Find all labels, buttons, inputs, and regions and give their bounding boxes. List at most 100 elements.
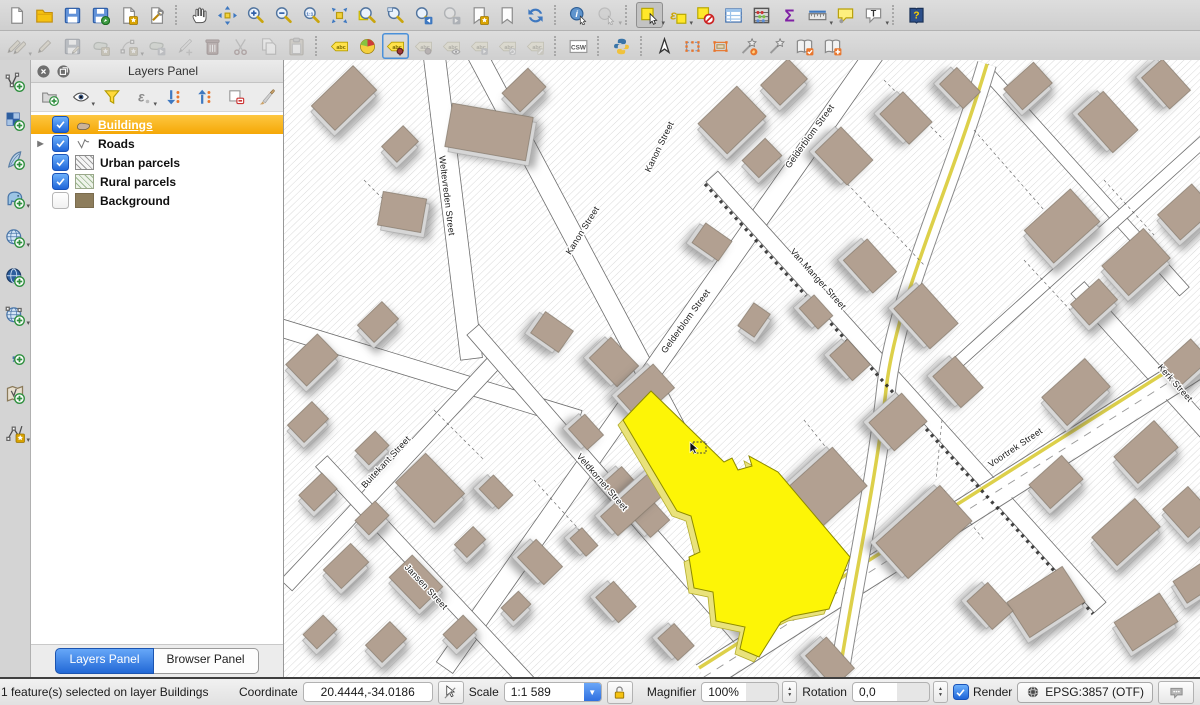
statistics-button[interactable]: Σ	[776, 2, 803, 28]
add-group-button[interactable]	[38, 85, 62, 109]
atlas-plus-button[interactable]	[819, 33, 846, 59]
cut-button[interactable]	[227, 33, 254, 59]
add-delimited-button[interactable]: ,	[2, 343, 28, 367]
composer-manager-button[interactable]	[143, 2, 170, 28]
layer-visibility-checkbox[interactable]	[52, 192, 69, 209]
label-move-button[interactable]: abc	[466, 33, 493, 59]
pan-map-button[interactable]	[186, 2, 213, 28]
zoom-in-button[interactable]	[242, 2, 269, 28]
zoom-layer-button[interactable]	[382, 2, 409, 28]
zoom-next-button[interactable]	[438, 2, 465, 28]
add-nodes-button[interactable]: ▾	[115, 33, 142, 59]
funnel-button[interactable]	[100, 85, 124, 109]
label-pie-button[interactable]	[354, 33, 381, 59]
show-bookmarks-button[interactable]	[494, 2, 521, 28]
panel-detach-button[interactable]	[56, 64, 71, 79]
add-vector-button[interactable]	[2, 70, 28, 94]
add-wms-button[interactable]: ▾	[2, 226, 28, 250]
refresh-button[interactable]	[522, 2, 549, 28]
panel-close-button[interactable]	[36, 64, 51, 79]
render-checkbox-group[interactable]: Render	[953, 684, 1012, 700]
move-map-button[interactable]	[214, 2, 241, 28]
open-project-button[interactable]	[31, 2, 58, 28]
copy-button[interactable]	[255, 33, 282, 59]
move-feature-button[interactable]	[143, 33, 170, 59]
new-shapefile-button[interactable]	[2, 382, 28, 406]
render-checkbox[interactable]	[953, 684, 969, 700]
attr-table-button[interactable]	[720, 2, 747, 28]
zoom-out-button[interactable]	[270, 2, 297, 28]
tab-layers-panel[interactable]: Layers Panel	[55, 648, 153, 674]
pin-label2-button[interactable]: abc	[410, 33, 437, 59]
new-project-button[interactable]	[3, 2, 30, 28]
layer-visibility-checkbox[interactable]	[52, 135, 69, 152]
layer-row-rural-parcels[interactable]: Rural parcels	[31, 172, 283, 191]
magnifier-stepper[interactable]: ▲▼	[782, 681, 797, 703]
trash-button[interactable]	[199, 33, 226, 59]
new-bookmark-button[interactable]	[466, 2, 493, 28]
eye-visibility-button[interactable]: ▾	[69, 85, 93, 109]
add-wfs-button[interactable]: ▾	[2, 304, 28, 328]
scale-lock-button[interactable]	[607, 681, 633, 704]
deselect-button[interactable]	[692, 2, 719, 28]
scale-combobox[interactable]: 1:1 589 ▼	[504, 682, 602, 702]
current-edits-button[interactable]: ▾	[3, 33, 30, 59]
pin-label-button[interactable]: abc	[382, 33, 409, 59]
mouse-position-toggle[interactable]	[438, 681, 464, 704]
select-rect-button[interactable]: ▾	[636, 2, 663, 28]
layer-row-roads[interactable]: ▶Roads	[31, 134, 283, 153]
tab-browser-panel[interactable]: Browser Panel	[154, 648, 259, 674]
add-feature-button[interactable]	[87, 33, 114, 59]
map-tips-button[interactable]	[832, 2, 859, 28]
layer-row-background[interactable]: Background	[31, 191, 283, 210]
collapse-all-button[interactable]	[193, 85, 217, 109]
label-abc-button[interactable]: abc	[326, 33, 353, 59]
layer-expander[interactable]: ▶	[35, 139, 46, 148]
python-button[interactable]	[608, 33, 635, 59]
measure-button[interactable]: ▾	[804, 2, 831, 28]
layer-visibility-checkbox[interactable]	[52, 173, 69, 190]
wand-button[interactable]	[763, 33, 790, 59]
log-messages-button[interactable]	[1158, 681, 1194, 704]
zoom-last-button[interactable]	[410, 2, 437, 28]
add-wcs-button[interactable]	[2, 265, 28, 289]
layer-visibility-checkbox[interactable]	[52, 154, 69, 171]
csw-button[interactable]: CSW	[565, 33, 592, 59]
remove-layer-button[interactable]	[224, 85, 248, 109]
label-change-button[interactable]: abc	[522, 33, 549, 59]
wand-flame-button[interactable]	[735, 33, 762, 59]
save-edits-button[interactable]	[59, 33, 86, 59]
save-project-button[interactable]	[59, 2, 86, 28]
add-spatialite-button[interactable]	[2, 148, 28, 172]
north-arrow-button[interactable]	[651, 33, 678, 59]
identify-button[interactable]: i	[565, 2, 592, 28]
atlas-check-button[interactable]	[791, 33, 818, 59]
add-postgis-button[interactable]: ▾	[2, 187, 28, 211]
layer-visibility-checkbox[interactable]	[52, 116, 69, 133]
zoom-native-button[interactable]: 1:1	[298, 2, 325, 28]
paste-button[interactable]	[283, 33, 310, 59]
frame-button[interactable]	[679, 33, 706, 59]
coordinate-input[interactable]: 20.4444,-34.0186	[303, 682, 433, 702]
node-tool-button[interactable]	[171, 33, 198, 59]
frame-label-button[interactable]	[707, 33, 734, 59]
label-eye-button[interactable]: abc	[438, 33, 465, 59]
label-rotate-button[interactable]: abc	[494, 33, 521, 59]
feature-action-button[interactable]: ▾	[593, 2, 620, 28]
map-canvas[interactable]: Weltevreden Street Kanon Street Kanon St…	[284, 60, 1200, 677]
layer-row-urban-parcels[interactable]: Urban parcels	[31, 153, 283, 172]
toggle-edit-button[interactable]	[31, 33, 58, 59]
layer-row-buildings[interactable]: Buildings	[31, 115, 283, 134]
epsilon-filter-button[interactable]: ε▾	[131, 85, 155, 109]
brush-button[interactable]	[255, 85, 279, 109]
rotation-spinbox[interactable]: 0,0 ▲▼	[852, 681, 948, 703]
create-layer-button[interactable]: ▾	[2, 421, 28, 445]
scale-dropdown-arrow[interactable]: ▼	[584, 683, 601, 701]
expand-all-button[interactable]	[162, 85, 186, 109]
select-expression-button[interactable]: ε▾	[664, 2, 691, 28]
rotation-stepper[interactable]: ▲▼	[933, 681, 948, 703]
annotation-button[interactable]: T▾	[860, 2, 887, 28]
new-composer-button[interactable]	[115, 2, 142, 28]
magnifier-spinbox[interactable]: 100% ▲▼	[701, 681, 797, 703]
add-raster-button[interactable]	[2, 109, 28, 133]
